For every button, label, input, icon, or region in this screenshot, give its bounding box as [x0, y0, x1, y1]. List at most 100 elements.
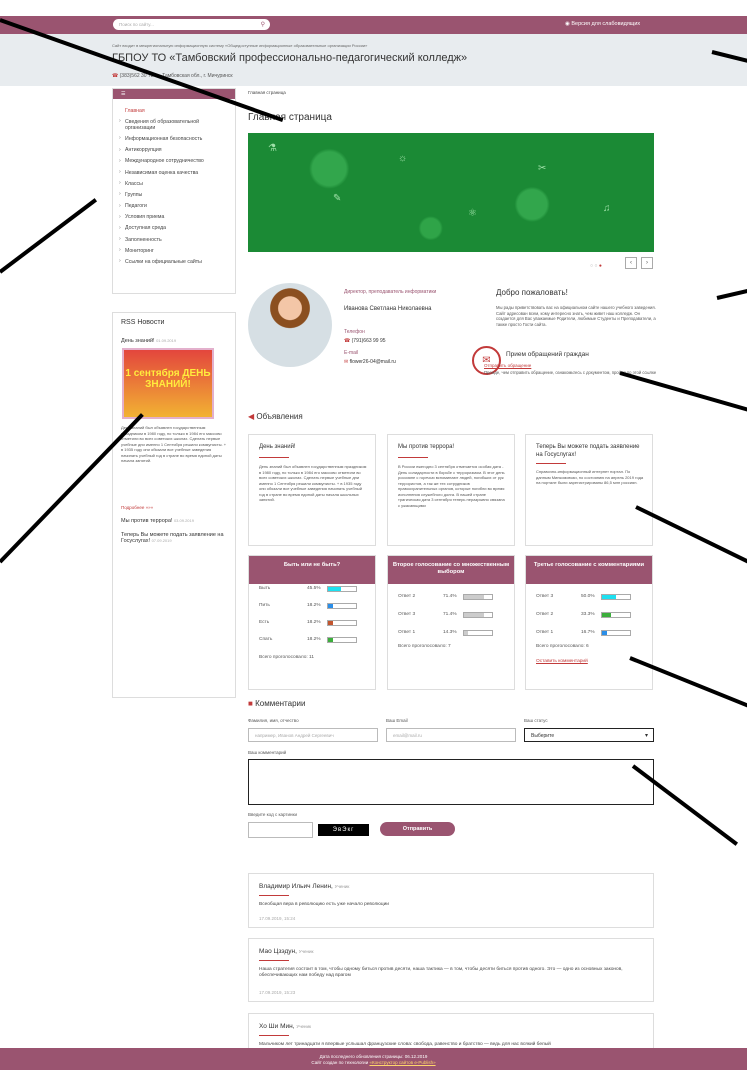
- poll-option-bar: [601, 611, 631, 618]
- poll-option-bar: [463, 629, 493, 636]
- slider-next-button[interactable]: ›: [641, 257, 653, 269]
- slider-prev-button[interactable]: ‹: [625, 257, 637, 269]
- slider-dot[interactable]: ○: [590, 263, 593, 269]
- comment-divider: [259, 895, 289, 896]
- director-email[interactable]: ✉ flower26-04@mail.ru: [344, 359, 396, 365]
- sidebar-item-accessibility[interactable]: Доступная среда: [119, 223, 229, 234]
- poll-option-percent: 71.4%: [443, 594, 457, 599]
- sidebar-item-quality[interactable]: Независимая оценка качества: [119, 167, 229, 178]
- appeal-link[interactable]: Отправить обращение: [484, 363, 531, 368]
- poll-option-label: Ответ 1: [536, 630, 554, 635]
- rss-item-3[interactable]: Теперь Вы можете подать заявление на Гос…: [121, 532, 229, 544]
- sidebar-item-admission[interactable]: Условия приема: [119, 212, 229, 223]
- rss-item-2-title[interactable]: Мы против террора!: [121, 518, 172, 524]
- rss-more-link[interactable]: Подробнее »»»: [121, 505, 153, 510]
- site-title[interactable]: ГБПОУ ТО «Тамбовский профессионально-пед…: [112, 52, 467, 64]
- slider-dots[interactable]: ○ ○ ●: [590, 263, 602, 269]
- poll-card: Второе голосование со множественным выбо…: [387, 555, 515, 690]
- leave-comment-link[interactable]: Оставить комментарий: [536, 659, 588, 664]
- poll-option-label: Ответ 2: [536, 612, 554, 617]
- rss-image[interactable]: 1 сентября ДЕНЬ ЗНАНИЙ!: [122, 348, 214, 419]
- footer-link[interactable]: «Конструктор сайтов е-Publish»: [369, 1060, 435, 1065]
- rss-item-title[interactable]: День знаний! 01.09.2019: [121, 338, 176, 344]
- comment-author-name: Владимир Ильич Ленин,: [259, 883, 333, 890]
- sidebar-item-teachers[interactable]: Педагоги: [119, 201, 229, 212]
- poll-option-fill: [464, 630, 468, 635]
- footer-credits: Сайт создан по технологии «Конструктор с…: [0, 1060, 747, 1066]
- poll-option-label: Ответ 3: [398, 612, 416, 617]
- name-field[interactable]: например, Иванов Андрей Сергеевич: [248, 728, 378, 742]
- sidebar-item-anticorruption[interactable]: Антикоррупция: [119, 145, 229, 156]
- sidebar-item-home[interactable]: Главная: [119, 105, 229, 116]
- director-email-value[interactable]: flower26-04@mail.ru: [350, 359, 396, 365]
- card-divider: [536, 463, 566, 464]
- email-field[interactable]: email@mail.ru: [386, 728, 516, 742]
- announcement-card[interactable]: Теперь Вы можете подать заявление на Гос…: [525, 434, 653, 546]
- rss-item-3-title[interactable]: Теперь Вы можете подать заявление на Гос…: [121, 532, 224, 544]
- poll-option-bar: [327, 585, 357, 592]
- annotation-arrow: [619, 371, 747, 414]
- banner-decor-icon: ⚗: [268, 143, 277, 154]
- comment-textarea[interactable]: [248, 759, 654, 805]
- rss-item-name[interactable]: День знаний!: [121, 338, 155, 344]
- comment-author: Хо Ши Мин, Ученик: [259, 1023, 311, 1030]
- rss-item-2[interactable]: Мы против террора! 03.09.2019: [121, 518, 194, 524]
- sidebar-item-occupancy[interactable]: Заполненность: [119, 234, 229, 245]
- poll-option-label: Спать: [259, 637, 273, 642]
- announcement-card[interactable]: Мы против террора! В России ежегодно 3 с…: [387, 434, 515, 546]
- poll-total: Всего проголосовало: 7: [398, 644, 451, 649]
- director-phone[interactable]: ☎ (791)663 99 95: [344, 338, 386, 344]
- banner-decor-icon: ✎: [333, 193, 342, 204]
- banner-decor-icon: ⚛: [468, 208, 477, 219]
- comment-item: Мао Цзэдун, Ученик Наша стратегия состои…: [248, 938, 654, 1002]
- banner-slider[interactable]: ⚗ ✎ ☼ ⚛ ✂ ♫: [248, 133, 654, 252]
- poll-option-percent: 18.2%: [307, 637, 321, 642]
- sidebar-item-international[interactable]: Международное сотрудничество: [119, 156, 229, 167]
- poll-title: Третье голосование с комментариями: [526, 556, 652, 584]
- slider-dot-active[interactable]: ●: [599, 263, 602, 269]
- vision-mode-link[interactable]: ◉ Версия для слабовидящих: [565, 21, 640, 27]
- poll-option-percent: 71.4%: [443, 612, 457, 617]
- menu-icon[interactable]: ☰: [121, 91, 125, 97]
- poll-option-percent: 50.0%: [581, 594, 595, 599]
- sidebar-item-security[interactable]: Информационная безопасность: [119, 133, 229, 144]
- director-phone-label: Телефон: [344, 329, 365, 335]
- announcement-title[interactable]: День знаний!: [259, 443, 369, 451]
- poll-option-bar: [463, 593, 493, 600]
- poll-card: Быть или не быть? Быть 45.5% Пить 18.2% Есть…: [248, 555, 376, 690]
- captcha-input[interactable]: [248, 822, 313, 838]
- comment-label: Ваш комментарий: [248, 750, 287, 755]
- poll-option-fill: [464, 594, 484, 599]
- sidebar-item-groups[interactable]: Группы: [119, 189, 229, 200]
- poll-option-bar: [327, 619, 357, 626]
- sidebar-item-classes[interactable]: Классы: [119, 178, 229, 189]
- banner-decor-icon: ✂: [538, 163, 547, 174]
- poll-option-label: Пить: [259, 603, 270, 608]
- search-icon[interactable]: ⚲: [261, 21, 265, 28]
- status-select[interactable]: Выберите ▾: [524, 728, 654, 742]
- appeal-title: Прием обращений граждан: [506, 351, 589, 358]
- page-root: Поиск по сайту... ⚲ ◉ Версия для слабови…: [0, 0, 747, 1070]
- status-value: Выберите: [531, 733, 555, 739]
- director-avatar: [248, 283, 332, 367]
- announcement-card[interactable]: День знаний! День знаний был объявлен го…: [248, 434, 376, 546]
- sidebar-item-monitoring[interactable]: Мониторинг: [119, 245, 229, 256]
- rss-panel: RSS Новости День знаний! 01.09.2019 1 се…: [112, 312, 236, 698]
- slider-dot[interactable]: ○: [594, 263, 597, 269]
- director-phone-value[interactable]: (791)663 99 95: [352, 338, 386, 344]
- comment-author-name: Хо Ши Мин,: [259, 1023, 295, 1030]
- send-button[interactable]: Отправить: [380, 822, 455, 836]
- announcement-title[interactable]: Мы против террора!: [398, 443, 508, 451]
- announcement-title[interactable]: Теперь Вы можете подать заявление на Гос…: [536, 443, 646, 459]
- sidebar-item-links[interactable]: Ссылки на официальные сайты: [119, 256, 229, 267]
- breadcrumb[interactable]: Главная страница: [248, 90, 286, 95]
- mail-icon: ✉: [344, 359, 349, 365]
- poll-option-bar: [601, 629, 631, 636]
- search-input[interactable]: Поиск по сайту... ⚲: [113, 19, 270, 30]
- rss-item-text: День знаний был объявлен государственным…: [121, 425, 227, 463]
- chat-icon: ■: [248, 699, 253, 708]
- poll-title: Второе голосование со множественным выбо…: [388, 556, 514, 584]
- menu-list: Главная Сведения об образовательной орга…: [113, 99, 235, 274]
- sidebar-item-info[interactable]: Сведения об образовательной организации: [119, 116, 229, 133]
- director-name: Иванова Светлана Николаевна: [344, 306, 432, 312]
